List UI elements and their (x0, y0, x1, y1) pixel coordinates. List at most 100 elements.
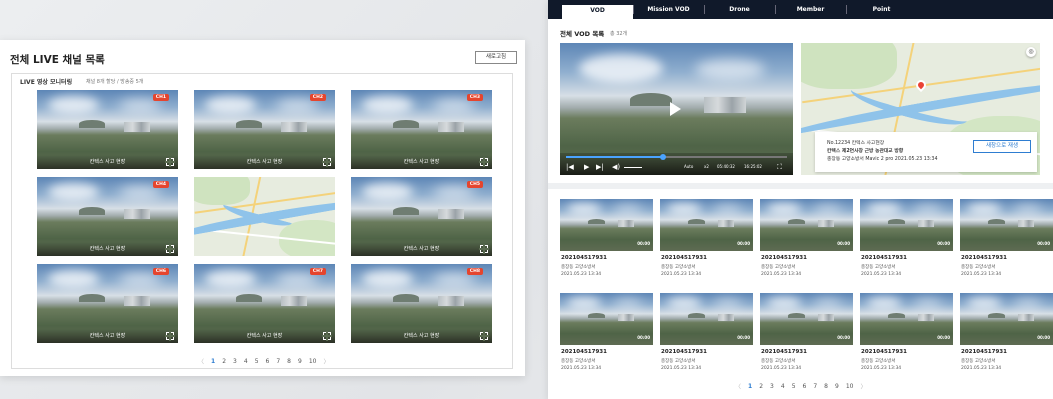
next-icon[interactable]: ▶| (596, 163, 604, 171)
play-icon[interactable] (670, 102, 681, 116)
page-link[interactable]: 6 (266, 358, 270, 365)
channel-badge: CH1 (152, 94, 169, 101)
vod-id: 202104517931 (561, 349, 607, 355)
vod-section-title: 전체 VOD 목록 (560, 30, 605, 38)
vod-id: 202104517931 (661, 349, 707, 355)
vod-location: 충장동 고양소방서 (861, 265, 896, 270)
fullscreen-icon[interactable] (322, 157, 332, 167)
chevron-left-icon[interactable]: 〈 (198, 357, 204, 366)
prev-icon[interactable]: |◀ (566, 163, 574, 171)
tile-caption: 칸텍스 사고 현장 (194, 329, 335, 343)
page-link[interactable]: 4 (781, 383, 785, 390)
vod-id: 202104517931 (761, 255, 807, 261)
page-link[interactable]: 9 (835, 383, 839, 390)
rate-label[interactable]: x2 (704, 164, 709, 170)
vod-duration: 00:00 (737, 241, 750, 246)
live-channel-tile[interactable]: CH3 칸텍스 사고 현장 (351, 90, 492, 169)
live-map-tile[interactable] (194, 177, 335, 256)
channel-badge: CH8 (466, 268, 483, 275)
location-map[interactable]: ◎ No.12234 칸텍스 사고현장 칸텍스 제2연사창 근방 농관대교 방향… (801, 43, 1040, 175)
info-line-2: 칸텍스 제2연사창 근방 농관대교 방향 (827, 149, 904, 154)
chevron-right-icon[interactable]: 〉 (860, 382, 866, 391)
page-link[interactable]: 5 (255, 358, 259, 365)
divider (548, 183, 1053, 189)
live-channel-tile[interactable]: CH2 칸텍스 사고 현장 (194, 90, 335, 169)
progress-bar[interactable] (566, 154, 787, 160)
vod-date: 2021.05.23 13:34 (561, 272, 602, 277)
vod-id: 202104517931 (961, 255, 1007, 261)
vod-date: 2021.05.23 13:34 (661, 272, 702, 277)
vod-date: 2021.05.23 13:34 (761, 272, 802, 277)
vod-card[interactable]: 00:00 202104517931 충장동 고양소방서 2021.05.23 13:… (760, 293, 853, 379)
page-link[interactable]: 10 (846, 383, 854, 390)
vod-location: 충장동 고양소방서 (661, 359, 696, 364)
page-link[interactable]: 9 (298, 358, 302, 365)
open-new-window-button[interactable]: 새창으로 재생 (973, 140, 1031, 153)
tab-vod[interactable]: VOD (562, 5, 633, 19)
vod-duration: 00:00 (937, 335, 950, 340)
volume-slider[interactable] (624, 167, 642, 168)
fullscreen-icon[interactable] (165, 331, 175, 341)
page-link[interactable]: 3 (770, 383, 774, 390)
tab-point[interactable]: Point (846, 0, 917, 19)
vod-card[interactable]: 00:00 202104517931 충장동 고양소방서 2021.05.23 13:… (660, 199, 753, 285)
tab-mission-vod[interactable]: Mission VOD (633, 0, 704, 19)
vod-panel: VOD Mission VOD Drone Member Point 전체 VOD 목록… (548, 0, 1053, 399)
tile-caption: 칸텍스 사고 현장 (194, 155, 335, 169)
vod-card[interactable]: 00:00 202104517931 충장동 고양소방서 2021.05.23 13:… (860, 293, 953, 379)
video-player[interactable]: |◀ ▶ ▶| ◀) Auto x2 05:40:32 16:25:02 ⛶ (560, 43, 793, 175)
locate-icon[interactable]: ◎ (1026, 47, 1036, 57)
fullscreen-icon[interactable] (322, 331, 332, 341)
live-channel-tile[interactable]: CH1 칸텍스 사고 현장 (37, 90, 178, 169)
chevron-left-icon[interactable]: 〈 (735, 382, 741, 391)
page-link[interactable]: 8 (287, 358, 291, 365)
page-link[interactable]: 3 (233, 358, 237, 365)
page-link[interactable]: 10 (309, 358, 317, 365)
page-link[interactable]: 2 (222, 358, 226, 365)
refresh-button[interactable]: 새로고침 (475, 51, 517, 64)
tab-member[interactable]: Member (775, 0, 846, 19)
live-channel-tile[interactable]: CH5 칸텍스 사고 현장 (351, 177, 492, 256)
live-channel-tile[interactable]: CH6 칸텍스 사고 현장 (37, 264, 178, 343)
page-link[interactable]: 7 (276, 358, 280, 365)
page-link[interactable]: 6 (803, 383, 807, 390)
volume-icon[interactable]: ◀) (612, 163, 620, 171)
info-line-1: No.12234 칸텍스 사고현장 (827, 141, 885, 146)
page-link[interactable]: 8 (824, 383, 828, 390)
page-link[interactable]: 2 (759, 383, 763, 390)
fullscreen-icon[interactable] (479, 157, 489, 167)
play-icon[interactable]: ▶ (584, 163, 589, 171)
channel-badge: CH5 (466, 181, 483, 188)
chevron-right-icon[interactable]: 〉 (323, 357, 329, 366)
fullscreen-icon[interactable] (165, 157, 175, 167)
vod-card[interactable]: 00:00 202104517931 충장동 고양소방서 2021.05.23 13:… (960, 199, 1053, 285)
vod-card[interactable]: 00:00 202104517931 충장동 고양소방서 2021.05.23 13:… (560, 293, 653, 379)
vod-card[interactable]: 00:00 202104517931 충장동 고양소방서 2021.05.23 13:… (560, 199, 653, 285)
speed-label[interactable]: Auto (684, 164, 693, 170)
page-link[interactable]: 4 (244, 358, 248, 365)
live-channel-tile[interactable]: CH8 칸텍스 사고 현장 (351, 264, 492, 343)
vod-duration: 00:00 (937, 241, 950, 246)
vod-location: 충장동 고양소방서 (561, 359, 596, 364)
tile-caption: 칸텍스 사고 현장 (37, 155, 178, 169)
page-link[interactable]: 7 (813, 383, 817, 390)
vod-date: 2021.05.23 13:34 (961, 366, 1002, 371)
fullscreen-icon[interactable] (479, 331, 489, 341)
vod-card[interactable]: 00:00 202104517931 충장동 고양소방서 2021.05.23 13:… (860, 199, 953, 285)
fullscreen-icon[interactable] (479, 244, 489, 254)
vod-location: 충장동 고양소방서 (961, 359, 996, 364)
live-channel-tile[interactable]: CH7 칸텍스 사고 현장 (194, 264, 335, 343)
vod-location: 충장동 고양소방서 (561, 265, 596, 270)
tab-drone[interactable]: Drone (704, 0, 775, 19)
vod-card[interactable]: 00:00 202104517931 충장동 고양소방서 2021.05.23 13:… (760, 199, 853, 285)
vod-duration: 00:00 (1037, 335, 1050, 340)
page-link[interactable]: 5 (792, 383, 796, 390)
page-link[interactable]: 1 (211, 358, 215, 365)
fullscreen-icon[interactable]: ⛶ (777, 163, 782, 171)
vod-card[interactable]: 00:00 202104517931 충장동 고양소방서 2021.05.23 13:… (960, 293, 1053, 379)
fullscreen-icon[interactable] (165, 244, 175, 254)
page-link[interactable]: 1 (748, 383, 752, 390)
live-channel-tile[interactable]: CH4 칸텍스 사고 현장 (37, 177, 178, 256)
tile-caption: 칸텍스 사고 현장 (351, 242, 492, 256)
vod-card[interactable]: 00:00 202104517931 충장동 고양소방서 2021.05.23 13:… (660, 293, 753, 379)
